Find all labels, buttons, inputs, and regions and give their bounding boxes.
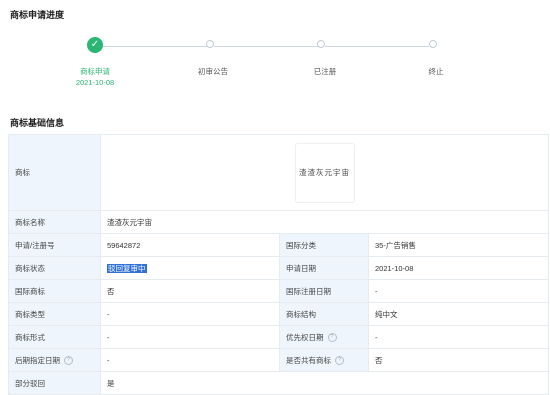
step-node-pending [429,40,437,48]
table-row: 商标状态 驳回复审中 申请日期 2021-10-08 [8,256,550,280]
field-label: 国际分类 [279,233,369,257]
field-value: 否 [367,348,550,372]
table-row: 申请/注册号 59642872 国际分类 35-广告销售 [8,233,550,257]
table-row: 国际商标 否 国际注册日期 - [8,279,550,303]
table-row: 商标类型 - 商标结构 纯中文 [8,302,550,326]
shared-trademark-label-cell: 是否共有商标? [279,348,369,372]
field-value: 2021-10-08 [367,256,550,280]
field-label: 优先权日期 [286,332,324,342]
field-value: 59642872 [100,233,280,257]
progress-line [103,46,208,47]
help-icon[interactable]: ? [327,333,337,343]
progress-section-title: 商标申请进度 [10,10,65,20]
field-value: - [367,325,550,349]
field-label: 是否共有商标 [286,355,331,365]
step-node-pending [206,40,214,48]
field-label: 商标类型 [8,302,101,326]
table-row: 商标 渣渣灰元宇宙 [8,134,550,211]
field-value: - [100,302,280,326]
step-label-application: 商标申请 [80,67,110,76]
step-label-preliminary: 初审公告 [198,67,228,76]
step-label-registered: 已注册 [313,67,337,76]
status-cell: 驳回复审中 [100,256,280,280]
table-row: 后期指定日期? - 是否共有商标? 否 [8,348,550,372]
field-value: - [100,325,280,349]
field-label: 商标状态 [8,256,101,280]
help-icon[interactable]: ? [64,356,73,366]
status-value-selected[interactable]: 驳回复审中 [107,263,147,273]
trademark-info-table: 商标 渣渣灰元宇宙 商标名称 渣渣灰元宇宙 申请/注册号 59642872 国际… [8,134,550,395]
logo-cell: 渣渣灰元宇宙 [99,134,550,211]
table-row: 部分驳回 是 [8,371,550,395]
step-date-application: 2021-10-08 [75,78,115,87]
trademark-logo-text: 渣渣灰元宇宙 [299,168,350,177]
table-row: 商标名称 渣渣灰元宇宙 [8,210,550,234]
check-icon: ✓ [87,37,103,53]
field-value: 否 [100,279,280,303]
step-label-terminated: 终止 [428,67,444,76]
table-row: 商标形式 - 优先权日期? - [8,325,550,349]
logo-label: 商标 [8,134,101,211]
progress-tracker: ✓ 商标申请 2021-10-08 初审公告 已注册 终止 [0,32,550,102]
field-label: 国际注册日期 [279,279,369,303]
field-label: 商标结构 [279,302,369,326]
field-label: 后期指定日期 [15,355,60,365]
field-value: - [100,348,280,372]
field-label: 申请日期 [279,256,369,280]
progress-line [325,46,429,47]
help-icon[interactable]: ? [335,356,344,366]
field-value: 渣渣灰元宇宙 [99,210,550,234]
priority-date-label-cell: 优先权日期? [279,325,369,349]
field-value: 35-广告销售 [367,233,550,257]
field-label: 申请/注册号 [8,233,101,257]
later-designation-label-cell: 后期指定日期? [8,348,101,372]
field-value: 纯中文 [367,302,550,326]
field-label: 商标名称 [8,210,101,234]
field-label: 商标形式 [8,325,101,349]
step-node-pending [317,40,325,48]
field-value: - [367,279,550,303]
trademark-logo-image[interactable]: 渣渣灰元宇宙 [294,142,355,203]
field-value: 是 [99,371,550,395]
field-label: 部分驳回 [8,371,101,395]
progress-line [214,46,318,47]
basic-info-section-title: 商标基础信息 [10,118,65,128]
field-label: 国际商标 [8,279,101,303]
